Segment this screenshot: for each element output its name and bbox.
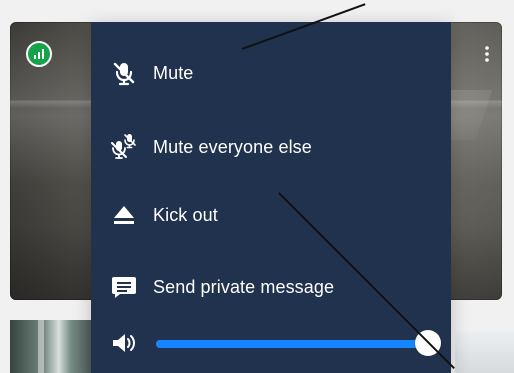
- mic-off-icon: [109, 58, 139, 88]
- chat-icon: [109, 272, 139, 302]
- mute-menu-item[interactable]: Mute: [109, 52, 193, 94]
- signal-strength-icon: [26, 41, 52, 67]
- kick-out-label: Kick out: [153, 205, 218, 225]
- bottom-right-thumbnail: [455, 331, 514, 373]
- participant-context-menu: Mute Mute everyone else Kick out Send pr…: [91, 22, 451, 373]
- volume-slider[interactable]: [156, 327, 441, 359]
- mute-everyone-else-label: Mute everyone else: [153, 137, 312, 157]
- speaker-volume-icon: [109, 328, 139, 358]
- mute-everyone-icon: [109, 132, 139, 162]
- eject-icon: [109, 200, 139, 230]
- meeting-stage: Mute Mute everyone else Kick out Send pr…: [0, 0, 514, 373]
- volume-control-row: [109, 324, 441, 362]
- send-private-message-menu-item[interactable]: Send private message: [109, 266, 334, 308]
- bottom-left-thumbnail[interactable]: [10, 320, 94, 373]
- more-vertical-icon: [485, 46, 489, 62]
- kick-out-menu-item[interactable]: Kick out: [109, 194, 218, 236]
- more-options-button[interactable]: [476, 39, 498, 69]
- mute-label: Mute: [153, 63, 194, 83]
- send-private-message-label: Send private message: [153, 277, 335, 297]
- mute-everyone-else-menu-item[interactable]: Mute everyone else: [109, 126, 312, 168]
- volume-slider-track: [156, 340, 428, 348]
- volume-slider-fill: [156, 340, 428, 348]
